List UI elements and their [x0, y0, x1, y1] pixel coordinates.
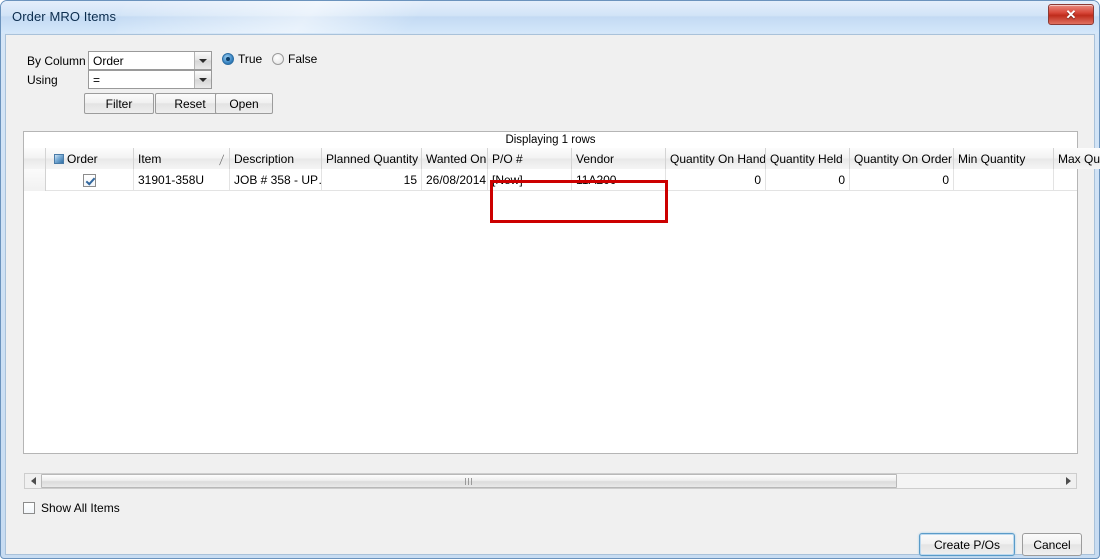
column-header-order[interactable]: Order [46, 148, 134, 169]
cell-min-quantity[interactable] [954, 169, 1054, 191]
cell-value: 0 [754, 173, 761, 187]
column-header-label: P/O # [492, 151, 523, 166]
column-header-label: Quantity On Order [854, 151, 953, 166]
column-header-quantity-held[interactable]: Quantity Held [766, 148, 850, 169]
column-header-planned-quantity[interactable]: Planned Quantity [322, 148, 422, 169]
cell-value: 11A200 [576, 173, 617, 187]
select-all-icon[interactable] [54, 153, 64, 164]
column-header-label: Quantity Held [770, 151, 843, 166]
column-header-quantity-on-hand[interactable]: Quantity On Hand [666, 148, 766, 169]
using-select[interactable]: = [88, 70, 212, 89]
cell-description[interactable]: JOB # 358 - UP… [230, 169, 322, 191]
scroll-right-icon[interactable] [1060, 474, 1076, 488]
row-count-status: Displaying 1 rows [505, 134, 596, 146]
radio-false-indicator[interactable] [272, 53, 284, 65]
sort-ascending-icon: ╱ [219, 155, 224, 165]
cell-value: 0 [942, 173, 949, 187]
show-all-items-label: Show All Items [41, 501, 120, 515]
column-header-description[interactable]: Description [230, 148, 322, 169]
close-icon: ✕ [1065, 6, 1077, 22]
scroll-left-icon[interactable] [25, 474, 41, 488]
chevron-down-icon[interactable] [194, 52, 211, 69]
radio-false-label: False [288, 52, 318, 66]
titlebar: Order MRO Items ✕ [1, 1, 1099, 33]
open-button[interactable]: Open [215, 93, 273, 114]
scrollbar-thumb[interactable] [41, 474, 897, 488]
chevron-down-icon[interactable] [194, 71, 211, 88]
radio-true-label: True [238, 52, 263, 66]
show-all-items-checkbox[interactable]: Show All Items [23, 501, 120, 515]
window-title: Order MRO Items [12, 9, 117, 24]
column-header-max-qu[interactable]: Max Qu [1054, 148, 1100, 169]
table-row[interactable]: 31901-358U JOB # 358 - UP… 15 26/08/2014 [Ne… [24, 169, 1077, 191]
column-header-p-o-[interactable]: P/O # [488, 148, 572, 169]
cell-value: [New] [492, 173, 523, 187]
column-header-label: Vendor [576, 151, 615, 166]
cell-order-checkbox[interactable] [46, 169, 134, 191]
column-header-quantity-on-order[interactable]: Quantity On Order [850, 148, 954, 169]
column-header-wanted-on[interactable]: Wanted On [422, 148, 488, 169]
column-header-min-quantity[interactable]: Min Quantity [954, 148, 1054, 169]
column-header-label: Description [234, 151, 295, 166]
create-pos-button[interactable]: Create P/Os [919, 533, 1015, 556]
radio-true[interactable]: True [222, 52, 262, 66]
client-area: By Column Using Order = True False Filte… [5, 34, 1100, 556]
close-button[interactable]: ✕ [1048, 4, 1094, 25]
cell-po-number[interactable]: [New] [488, 169, 572, 191]
cell-quantity-on-order[interactable]: 0 [850, 169, 954, 191]
column-header-label: Planned Quantity [326, 151, 419, 166]
cancel-button[interactable]: Cancel [1022, 533, 1082, 556]
cell-value: 15 [403, 173, 417, 187]
grid-header-row: Order Item ╱ Description Planned Quantity Wan… [24, 148, 1100, 169]
column-header-label: Item [138, 151, 162, 166]
radio-false[interactable]: False [272, 52, 317, 66]
radio-true-indicator[interactable] [222, 53, 234, 65]
show-all-items-indicator[interactable] [23, 502, 35, 514]
by-column-select[interactable]: Order [88, 51, 212, 70]
horizontal-scrollbar[interactable] [24, 473, 1077, 489]
column-header-label: Max Qu [1058, 151, 1100, 166]
scrollbar-track[interactable] [41, 474, 1060, 488]
cell-vendor[interactable]: 11A200 [572, 169, 666, 191]
cell-value: 26/08/2014 [426, 173, 487, 187]
data-grid: Order Item ╱ Description Planned Quantity Wan… [23, 131, 1100, 454]
cell-quantity-on-hand[interactable]: 0 [666, 169, 766, 191]
by-column-value: Order [93, 53, 124, 68]
cell-value: JOB # 358 - UP… [234, 173, 322, 187]
cell-quantity-held[interactable]: 0 [766, 169, 850, 191]
filter-button[interactable]: Filter [84, 93, 154, 114]
cell-item[interactable]: 31901-358U [134, 169, 230, 191]
column-header-item[interactable]: Item ╱ [134, 148, 230, 169]
dialog-window: Order MRO Items ✕ By Column Using Order … [0, 0, 1100, 559]
order-checkbox[interactable] [83, 173, 96, 187]
scrollbar-grip-icon [464, 477, 473, 485]
cell-planned-quantity[interactable]: 15 [322, 169, 422, 191]
cell-wanted-on[interactable]: 26/08/2014 [422, 169, 488, 191]
using-label: Using [27, 73, 58, 87]
using-value: = [93, 72, 101, 87]
select-all-header[interactable] [24, 148, 46, 169]
column-header-label: Wanted On [426, 151, 487, 166]
column-header-label: Order [67, 151, 98, 166]
column-header-label: Quantity On Hand [670, 151, 766, 166]
by-column-label: By Column [27, 54, 86, 68]
cell-value: 0 [838, 173, 845, 187]
column-header-label: Min Quantity [958, 151, 1026, 166]
column-header-vendor[interactable]: Vendor [572, 148, 666, 169]
row-selector-cell[interactable] [24, 169, 46, 191]
cell-max-quantity[interactable] [1054, 169, 1100, 191]
cell-value: 31901-358U [138, 173, 205, 187]
